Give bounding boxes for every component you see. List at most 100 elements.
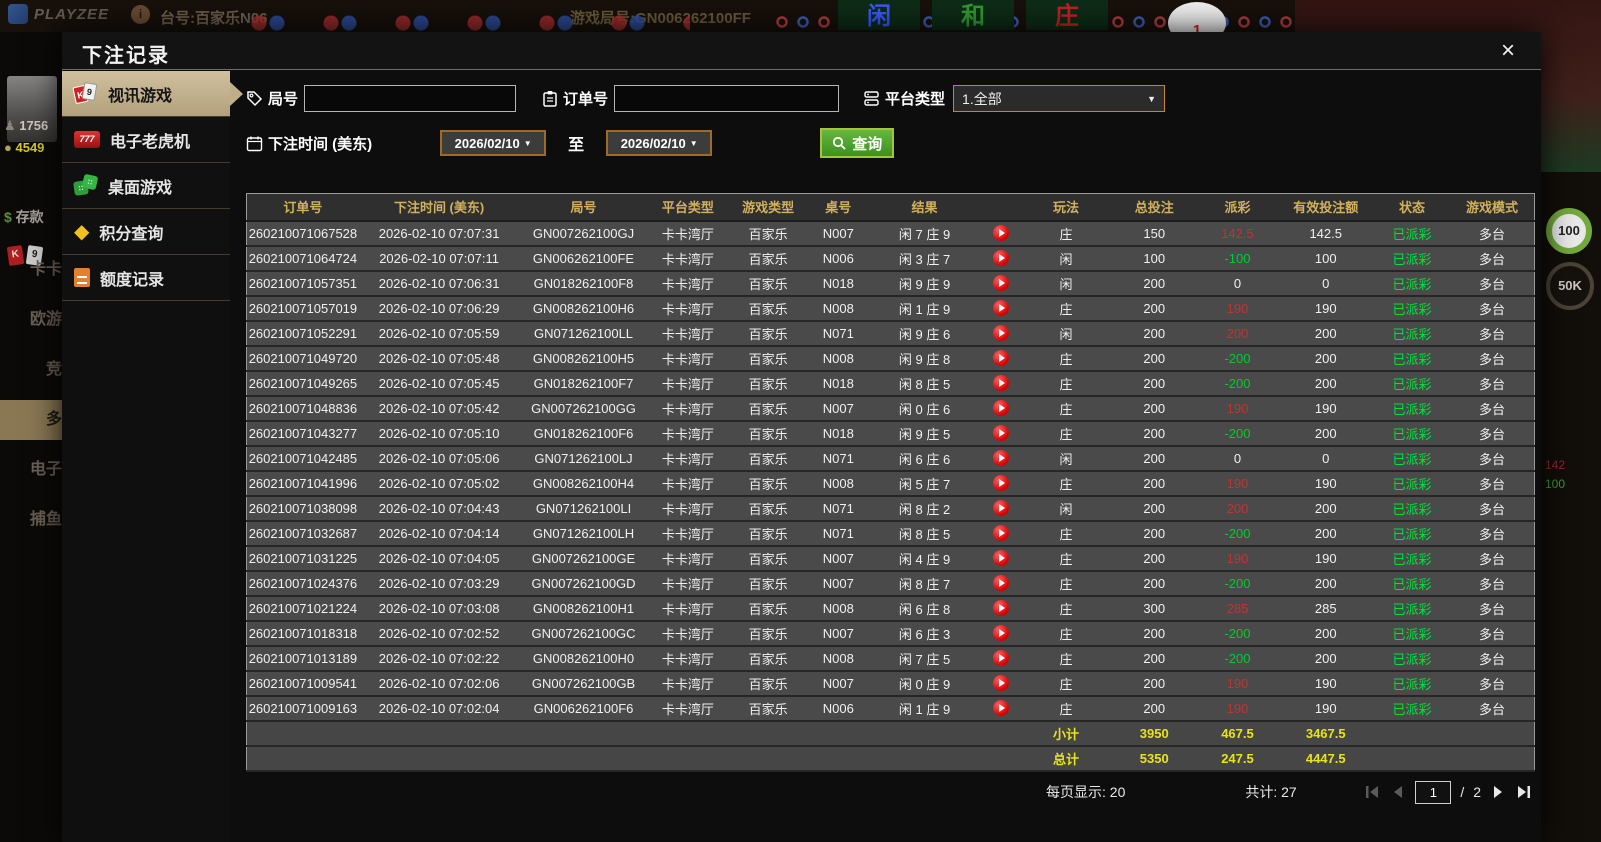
cell-valid-bet: 0 [1277,445,1374,472]
cell-game-type: 百家乐 [727,545,809,572]
play-video-icon[interactable] [992,350,1009,367]
play-video-icon[interactable] [992,575,1009,592]
cell-time: 2026-02-10 07:05:42 [358,395,520,422]
table-row: 260210071064724 2026-02-10 07:07:11 GN00… [246,245,1535,272]
cell-valid-bet: 190 [1277,470,1374,497]
cell-total-bet: 200 [1111,345,1198,372]
cell-round: GN007262100GJ [519,220,648,247]
platform-filter-label: 平台类型 [863,88,945,109]
play-video-icon[interactable] [992,500,1009,517]
cell-order: 260210071024376 [246,570,359,597]
prev-page-icon[interactable] [1390,785,1406,799]
cell-result: 闲 1 庄 9 [868,295,981,322]
cell-payout: 0 [1197,445,1278,472]
cell-game-type: 百家乐 [727,345,809,372]
cell-replay [980,695,1021,722]
cell-bet-side: 庄 [1020,295,1112,322]
cell-round: GN008262100H0 [519,645,648,672]
status-badge: 已派彩 [1373,320,1451,347]
subtotal-payout: 467.5 [1197,720,1278,747]
play-video-icon[interactable] [992,700,1009,717]
bet-records-table: 订单号 下注时间 (美东) 局号 平台类型 游戏类型 桌号 结果 玩法 总投注 … [246,193,1535,772]
next-page-icon[interactable] [1490,785,1506,799]
chevron-down-icon: ▼ [1147,93,1157,104]
play-video-icon[interactable] [992,450,1009,467]
play-video-icon[interactable] [992,425,1009,442]
cell-order: 260210071057019 [246,295,359,322]
first-page-icon[interactable] [1365,785,1381,799]
play-video-icon[interactable] [992,525,1009,542]
info-icon: i [131,5,150,24]
table-row: 260210071031225 2026-02-10 07:04:05 GN00… [246,545,1535,572]
cell-table-no: N008 [808,345,869,372]
cell-platform: 卡卡湾厅 [647,620,728,647]
subtotal-total-bet: 3950 [1111,720,1198,747]
col-table-no: 桌号 [808,193,869,222]
sidebar-item-video-games[interactable]: K9 视讯游戏 [62,71,243,117]
cell-game-type: 百家乐 [727,520,809,547]
cell-replay [980,545,1021,572]
calendar-icon [246,136,263,151]
play-video-icon[interactable] [992,475,1009,492]
sidebar-item-quota-records[interactable]: 额度记录 [62,255,230,301]
bg-menu-multi: 多 [0,400,62,440]
cell-replay [980,345,1021,372]
cell-table-no: N071 [808,320,869,347]
cell-platform: 卡卡湾厅 [647,245,728,272]
last-page-icon[interactable] [1515,785,1531,799]
play-video-icon[interactable] [992,375,1009,392]
play-video-icon[interactable] [992,400,1009,417]
play-video-icon[interactable] [992,550,1009,567]
play-video-icon[interactable] [992,325,1009,342]
play-video-icon[interactable] [992,275,1009,292]
col-status: 状态 [1373,193,1451,222]
close-icon[interactable]: × [1493,36,1523,66]
cell-replay [980,645,1021,672]
play-video-icon[interactable] [992,675,1009,692]
search-button[interactable]: 查询 [820,128,895,158]
play-video-icon[interactable] [992,600,1009,617]
play-video-icon[interactable] [992,625,1009,642]
cell-total-bet: 200 [1111,495,1198,522]
cell-game-type: 百家乐 [727,270,809,297]
tag-icon [247,91,263,107]
round-number-input[interactable] [304,85,517,112]
cell-time: 2026-02-10 07:05:10 [358,420,520,447]
cell-valid-bet: 100 [1277,245,1374,272]
sidebar-item-points-query[interactable]: ◆ 积分查询 [62,209,230,255]
cell-bet-side: 闲 [1020,320,1112,347]
sidebar-item-slots[interactable]: 777 电子老虎机 [62,117,230,163]
order-number-input[interactable] [614,85,840,112]
cell-bet-side: 庄 [1020,370,1112,397]
sidebar-item-label: 桌面游戏 [108,179,173,197]
cell-result: 闲 9 庄 5 [868,420,981,447]
platform-type-select[interactable]: 1.全部 ▼ [953,85,1166,112]
status-badge: 已派彩 [1373,395,1451,422]
status-badge: 已派彩 [1373,620,1451,647]
cell-valid-bet: 285 [1277,595,1374,622]
cell-round: GN007262100GC [519,620,648,647]
table-row: 260210071032687 2026-02-10 07:04:14 GN07… [246,520,1535,547]
status-badge: 已派彩 [1373,420,1451,447]
date-from-picker[interactable]: 2026/02/10 ▼ [440,130,547,156]
cell-round: GN071262100LL [519,320,648,347]
cell-order: 260210071042485 [246,445,359,472]
sidebar-item-table-games[interactable]: :::: 桌面游戏 [62,163,230,209]
cell-result: 闲 9 庄 9 [868,270,981,297]
cell-round: GN008262100H6 [519,295,648,322]
cell-payout: -200 [1197,370,1278,397]
bg-menu-kaka: 卡卡 [29,261,62,278]
date-to-picker[interactable]: 2026/02/10 ▼ [606,130,713,156]
cell-table-no: N007 [808,395,869,422]
play-video-icon[interactable] [992,225,1009,242]
status-badge: 已派彩 [1373,670,1451,697]
cell-game-type: 百家乐 [727,470,809,497]
play-video-icon[interactable] [992,300,1009,317]
cell-game-mode: 多台 [1450,545,1535,572]
play-video-icon[interactable] [992,650,1009,667]
cell-table-no: N008 [808,645,869,672]
date-from-value: 2026/02/10 [454,135,520,151]
current-page-input[interactable]: 1 [1415,780,1452,804]
cell-round: GN006262100FE [519,245,648,272]
play-video-icon[interactable] [992,250,1009,267]
